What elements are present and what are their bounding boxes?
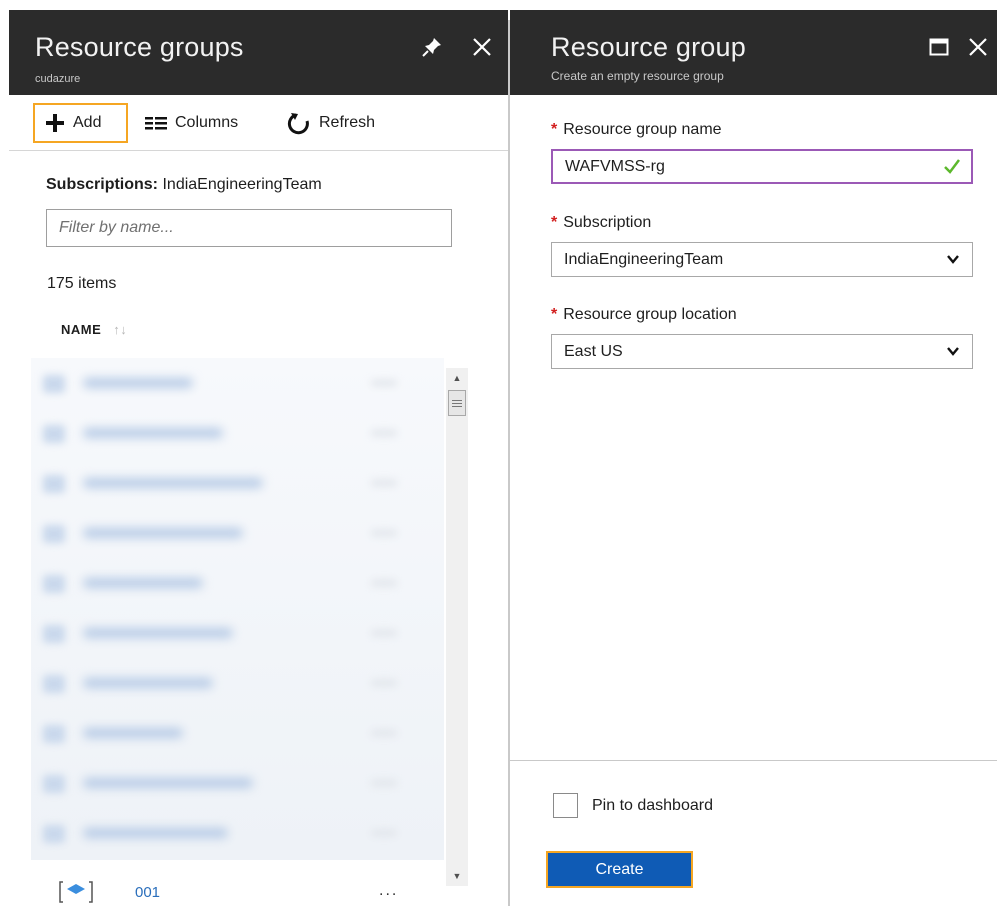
scroll-up-icon[interactable]: ▲ bbox=[446, 370, 468, 386]
columns-button[interactable]: Columns bbox=[145, 103, 238, 143]
required-marker: * bbox=[551, 306, 558, 323]
columns-label: Columns bbox=[175, 114, 239, 131]
resource-group-name[interactable]: 001 bbox=[135, 884, 160, 901]
list-item[interactable]: 001 ... bbox=[31, 872, 444, 906]
name-column-header[interactable]: NAME ↑↓ bbox=[61, 322, 127, 337]
resource-group-icon bbox=[43, 375, 65, 393]
list-item[interactable] bbox=[31, 808, 444, 858]
resource-group-name-input[interactable]: WAFVMSS-rg bbox=[551, 149, 973, 184]
close-icon[interactable] bbox=[467, 32, 497, 62]
item-count: 175 items bbox=[47, 275, 117, 292]
top-strip bbox=[0, 0, 997, 10]
refresh-label: Refresh bbox=[319, 114, 376, 131]
close-icon[interactable] bbox=[966, 32, 990, 62]
resource-groups-blade: Resource groups cudazure Add Columns Ref… bbox=[9, 10, 508, 906]
blade-subtitle: cudazure bbox=[35, 73, 81, 85]
resource-group-list bbox=[31, 358, 444, 860]
list-item[interactable] bbox=[31, 558, 444, 608]
scroll-down-icon[interactable]: ▼ bbox=[446, 868, 468, 884]
resource-group-icon bbox=[43, 575, 65, 593]
resource-group-icon bbox=[43, 425, 65, 443]
refresh-icon bbox=[287, 113, 309, 135]
resource-group-name-label: * Resource group name bbox=[551, 121, 722, 138]
required-marker: * bbox=[551, 214, 558, 231]
pin-to-dashboard-label: Pin to dashboard bbox=[592, 796, 713, 814]
sort-icon[interactable]: ↑↓ bbox=[113, 322, 127, 337]
columns-icon bbox=[145, 117, 167, 130]
list-item[interactable] bbox=[31, 708, 444, 758]
subscriptions-filter: Subscriptions: IndiaEngineeringTeam bbox=[46, 176, 322, 194]
footer-divider bbox=[510, 760, 997, 761]
list-item[interactable] bbox=[31, 758, 444, 808]
location-label: * Resource group location bbox=[551, 306, 737, 323]
resource-group-icon bbox=[43, 675, 65, 693]
list-item[interactable] bbox=[31, 358, 444, 408]
checkbox-box[interactable] bbox=[553, 793, 578, 818]
required-marker: * bbox=[551, 121, 558, 138]
column-header-label: NAME bbox=[61, 322, 102, 337]
subscription-select[interactable]: IndiaEngineeringTeam bbox=[551, 242, 973, 277]
maximize-icon[interactable] bbox=[924, 32, 954, 62]
resource-group-name-value: WAFVMSS-rg bbox=[565, 157, 665, 175]
list-item[interactable] bbox=[31, 658, 444, 708]
refresh-button[interactable]: Refresh bbox=[287, 103, 375, 143]
subscriptions-label: Subscriptions: bbox=[46, 176, 159, 193]
resource-group-icon bbox=[43, 775, 65, 793]
subscription-label: * Subscription bbox=[551, 214, 652, 231]
blade-subtitle: Create an empty resource group bbox=[551, 69, 724, 83]
filter-input[interactable] bbox=[46, 209, 452, 247]
pin-to-dashboard-checkbox[interactable]: Pin to dashboard bbox=[553, 793, 713, 818]
list-item[interactable] bbox=[31, 408, 444, 458]
create-resource-group-blade: Resource group Create an empty resource … bbox=[510, 10, 997, 906]
resource-group-icon bbox=[43, 475, 65, 493]
subscription-value: IndiaEngineeringTeam bbox=[564, 250, 724, 268]
location-select[interactable]: East US bbox=[551, 334, 973, 369]
list-item[interactable] bbox=[31, 608, 444, 658]
list-item[interactable] bbox=[31, 458, 444, 508]
chevron-down-icon bbox=[947, 347, 959, 356]
list-item[interactable] bbox=[31, 508, 444, 558]
plus-icon bbox=[46, 114, 64, 132]
add-label: Add bbox=[73, 114, 102, 131]
more-options-icon[interactable]: ... bbox=[379, 882, 398, 900]
resource-group-icon bbox=[43, 525, 65, 543]
blade-title: Resource group bbox=[551, 32, 746, 62]
blade-header: Resource group Create an empty resource … bbox=[510, 10, 997, 95]
create-button[interactable]: Create bbox=[546, 851, 693, 888]
resource-group-icon bbox=[43, 825, 65, 843]
blade-title: Resource groups bbox=[35, 32, 244, 62]
add-button[interactable]: Add bbox=[33, 103, 128, 143]
location-value: East US bbox=[564, 342, 623, 360]
list-scrollbar[interactable]: ▲ ▼ bbox=[446, 368, 468, 886]
resource-group-icon bbox=[59, 881, 93, 903]
valid-check-icon bbox=[944, 159, 960, 174]
subscriptions-value: IndiaEngineeringTeam bbox=[162, 176, 322, 193]
resource-group-icon bbox=[43, 625, 65, 643]
toolbar: Add Columns Refresh bbox=[9, 95, 508, 151]
scroll-thumb[interactable] bbox=[448, 390, 466, 416]
pin-icon[interactable] bbox=[417, 32, 447, 62]
chevron-down-icon bbox=[947, 255, 959, 264]
blade-header: Resource groups cudazure bbox=[9, 10, 508, 95]
resource-group-icon bbox=[43, 725, 65, 743]
